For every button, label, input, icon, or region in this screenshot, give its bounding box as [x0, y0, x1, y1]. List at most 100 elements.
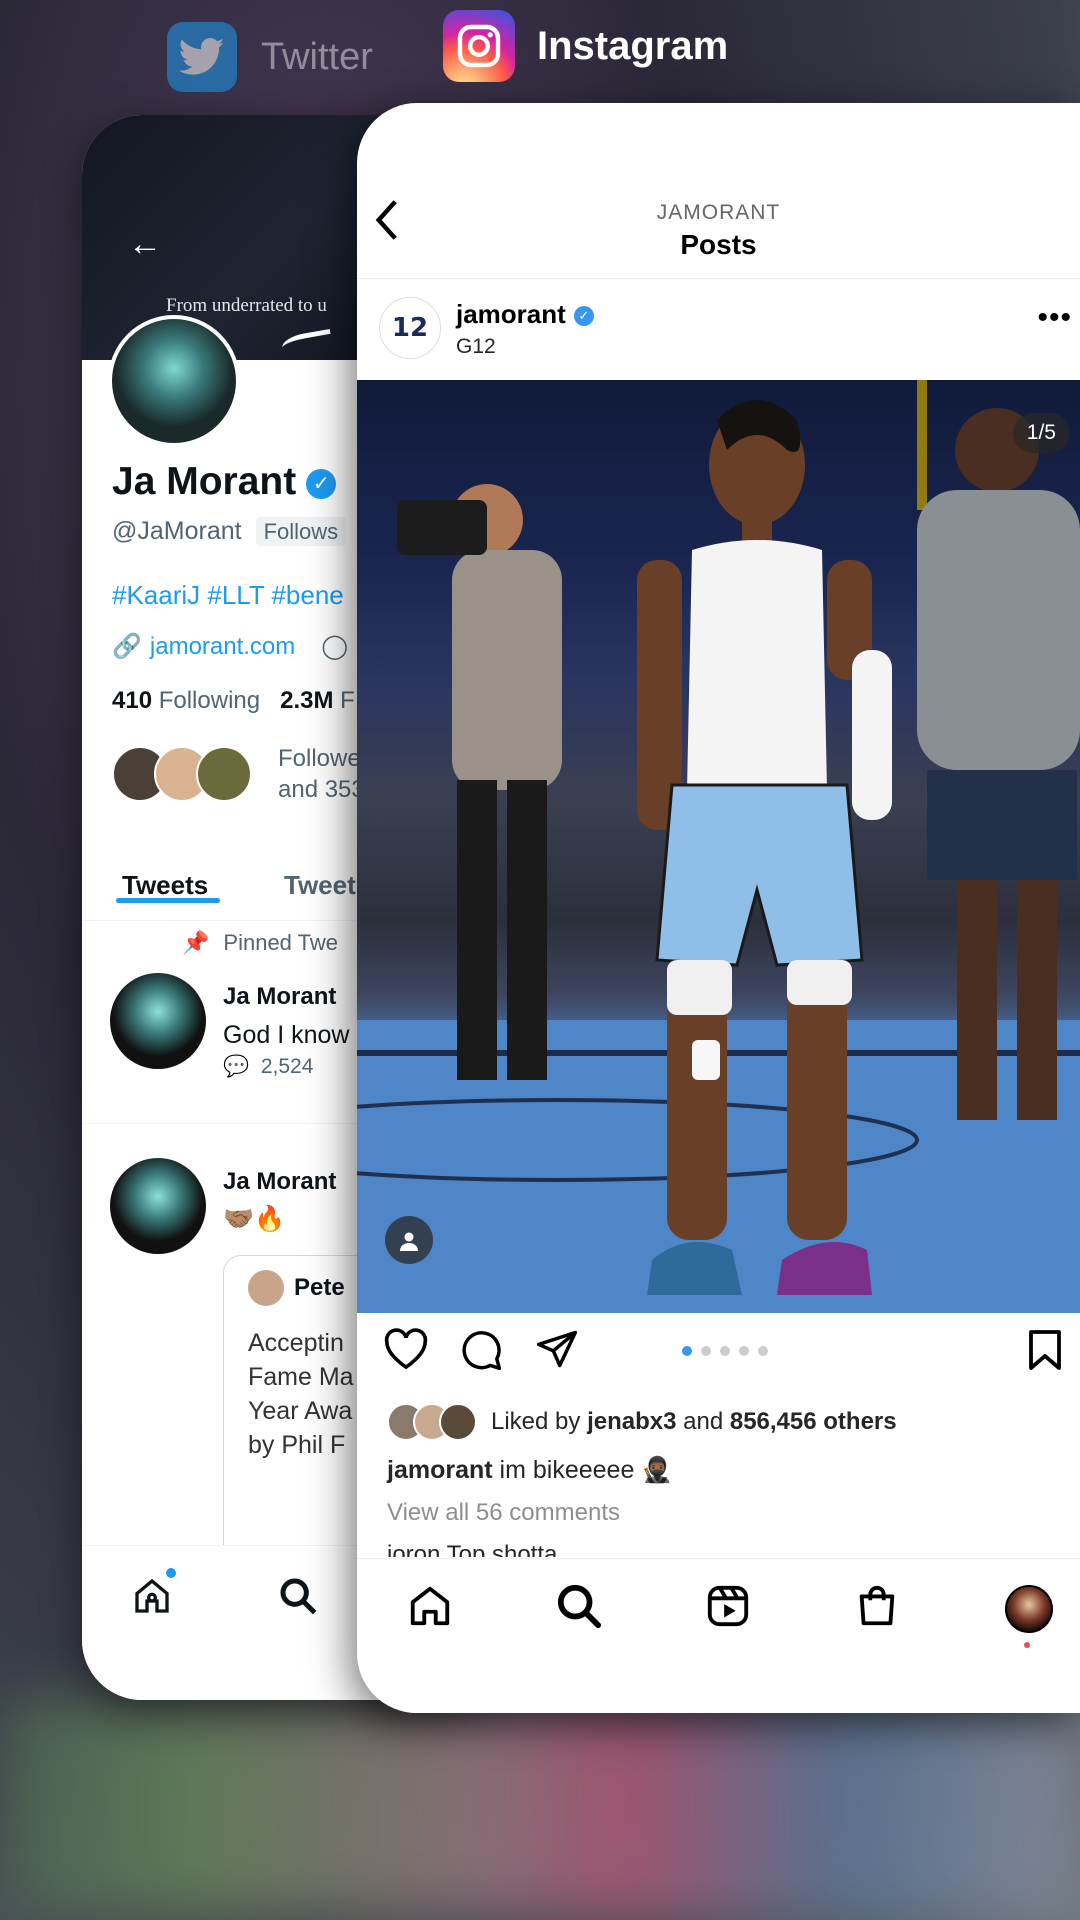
quoted-tweet-author: Pete — [248, 1270, 345, 1306]
back-arrow-icon[interactable]: ← — [128, 225, 162, 264]
view-all-comments-link[interactable]: View all 56 comments — [387, 1499, 620, 1527]
liked-by-others[interactable]: 856,456 others — [730, 1408, 897, 1435]
quoted-author-name: Pete — [294, 1274, 345, 1301]
followers-label[interactable]: F — [340, 687, 355, 714]
liker-avatar — [439, 1403, 477, 1441]
profile-handle-text: @JaMorant — [112, 517, 242, 545]
pinned-text: Pinned Twe — [223, 930, 338, 955]
notification-dot — [1024, 1642, 1030, 1648]
image-counter: 1/5 — [1012, 413, 1070, 453]
instagram-logo-icon — [443, 10, 515, 82]
followed-by-line1: Followe — [278, 745, 361, 772]
liked-by-and: and — [683, 1408, 724, 1435]
bio-hashtags[interactable]: #KaariJ #LLT #bene — [112, 580, 344, 611]
share-send-icon[interactable] — [535, 1328, 579, 1380]
header-username: JAMORANT — [656, 201, 781, 224]
pin-icon: 📌 — [182, 930, 210, 955]
ig-header: JAMORANT Posts — [357, 103, 1080, 279]
liked-by-prefix: Liked by — [491, 1408, 581, 1435]
shop-icon[interactable] — [854, 1583, 900, 1639]
post-username[interactable]: jamorant — [456, 299, 566, 329]
profile-website[interactable]: 🔗 jamorant.com ◯ — [112, 632, 348, 661]
carousel-dot — [720, 1346, 730, 1356]
reply-icon: 💬 — [223, 1055, 250, 1078]
twitter-app-name: Twitter — [261, 35, 373, 78]
carousel-dot — [701, 1346, 711, 1356]
instagram-app-name: Instagram — [537, 23, 729, 68]
header-title: Posts — [680, 229, 757, 260]
carousel-dot — [682, 1346, 692, 1356]
profile-name: Ja Morant ✓ — [112, 460, 337, 504]
twitter-bird-icon — [167, 22, 237, 92]
search-icon[interactable] — [278, 1576, 318, 1626]
tweet-text: 🤝🏽🔥 — [223, 1205, 286, 1233]
post-caption: jamorant im bikeeeee 🥷🏾 — [387, 1456, 672, 1485]
home-screen-backdrop — [0, 1700, 1080, 1920]
comment-preview: joron Top shotta — [387, 1541, 558, 1557]
followed-by-text: Followe and 353 — [278, 743, 365, 805]
followed-by-row[interactable]: Followe and 353 — [112, 743, 365, 805]
quoted-author-avatar — [248, 1270, 284, 1306]
tweet-avatar[interactable] — [110, 1158, 206, 1254]
location-pin-icon: ◯ — [321, 633, 349, 660]
carousel-dot — [739, 1346, 749, 1356]
verified-badge-icon: ✓ — [306, 468, 337, 499]
reels-icon[interactable] — [705, 1583, 751, 1639]
instagram-app-label[interactable]: Instagram — [443, 10, 728, 82]
post-author-avatar[interactable]: 12 — [379, 297, 441, 359]
home-icon[interactable] — [407, 1583, 453, 1639]
instagram-app-card[interactable]: JAMORANT Posts 12 jamorant ✓ G12 ••• 1/5… — [357, 103, 1080, 1713]
carousel-dot — [758, 1346, 768, 1356]
save-bookmark-icon[interactable] — [1027, 1328, 1063, 1382]
post-image[interactable] — [357, 380, 1080, 1313]
carousel-indicator — [682, 1346, 777, 1356]
tab-tweets-replies[interactable]: Tweet — [284, 870, 356, 901]
tweet-author[interactable]: Ja Morant — [223, 983, 336, 1011]
active-tab-indicator — [116, 898, 220, 903]
more-options-icon[interactable]: ••• — [1037, 301, 1072, 335]
instagram-bottom-nav — [357, 1558, 1080, 1713]
link-icon: 🔗 — [112, 633, 142, 660]
home-icon[interactable] — [132, 1576, 172, 1626]
verified-badge-icon: ✓ — [573, 306, 594, 327]
background-player — [917, 408, 1080, 1120]
caption-text: im bikeeeee 🥷🏾 — [499, 1456, 673, 1484]
tweet-text: God I know — [223, 1021, 350, 1049]
notification-dot — [166, 1568, 176, 1578]
search-icon[interactable] — [556, 1583, 602, 1639]
reply-count[interactable]: 💬 2,524 — [223, 1055, 313, 1079]
post-actions — [357, 1328, 1080, 1388]
tab-tweets[interactable]: Tweets — [122, 870, 208, 901]
like-heart-icon[interactable] — [383, 1328, 429, 1380]
twitter-app-label[interactable]: Twitter — [167, 22, 373, 92]
following-count[interactable]: 410 — [112, 687, 152, 714]
post-author[interactable]: jamorant ✓ — [456, 299, 594, 330]
follower-avatar — [196, 746, 252, 802]
post-photo-illustration — [357, 380, 1080, 1313]
comment-icon[interactable] — [459, 1328, 503, 1382]
likes-text: Liked by jenabx3 and 856,456 others — [491, 1408, 897, 1436]
banner-text: From underrated to u — [166, 295, 327, 316]
liked-by-user[interactable]: jenabx3 — [587, 1408, 676, 1435]
pinned-tweet-label: 📌 Pinned Twe — [182, 930, 338, 956]
profile-name-text: Ja Morant — [112, 460, 297, 503]
post-location[interactable]: G12 — [456, 335, 496, 359]
profile-avatar[interactable] — [108, 315, 240, 447]
website-text[interactable]: jamorant.com — [150, 633, 295, 660]
camera-operator — [397, 484, 562, 1080]
profile-avatar[interactable] — [1005, 1585, 1053, 1633]
tweet-author[interactable]: Ja Morant — [223, 1168, 336, 1196]
follow-stats: 410 Following 2.3M F — [112, 687, 355, 715]
swoosh-logo — [280, 328, 334, 359]
tagged-people-icon[interactable] — [385, 1216, 433, 1264]
follows-you-badge: Follows — [255, 517, 347, 546]
followers-count[interactable]: 2.3M — [280, 687, 333, 714]
profile-handle: @JaMorant Follows — [112, 517, 347, 546]
followed-by-line2: and 353 — [278, 776, 365, 803]
caption-username[interactable]: jamorant — [387, 1456, 493, 1484]
reply-count-text: 2,524 — [260, 1055, 314, 1078]
following-label[interactable]: Following — [159, 687, 260, 714]
tweet-avatar[interactable] — [110, 973, 206, 1069]
quoted-tweet-text: Acceptin Fame Ma Year Awa by Phil F — [248, 1329, 354, 1459]
likes-summary[interactable]: Liked by jenabx3 and 856,456 others — [387, 1403, 897, 1441]
